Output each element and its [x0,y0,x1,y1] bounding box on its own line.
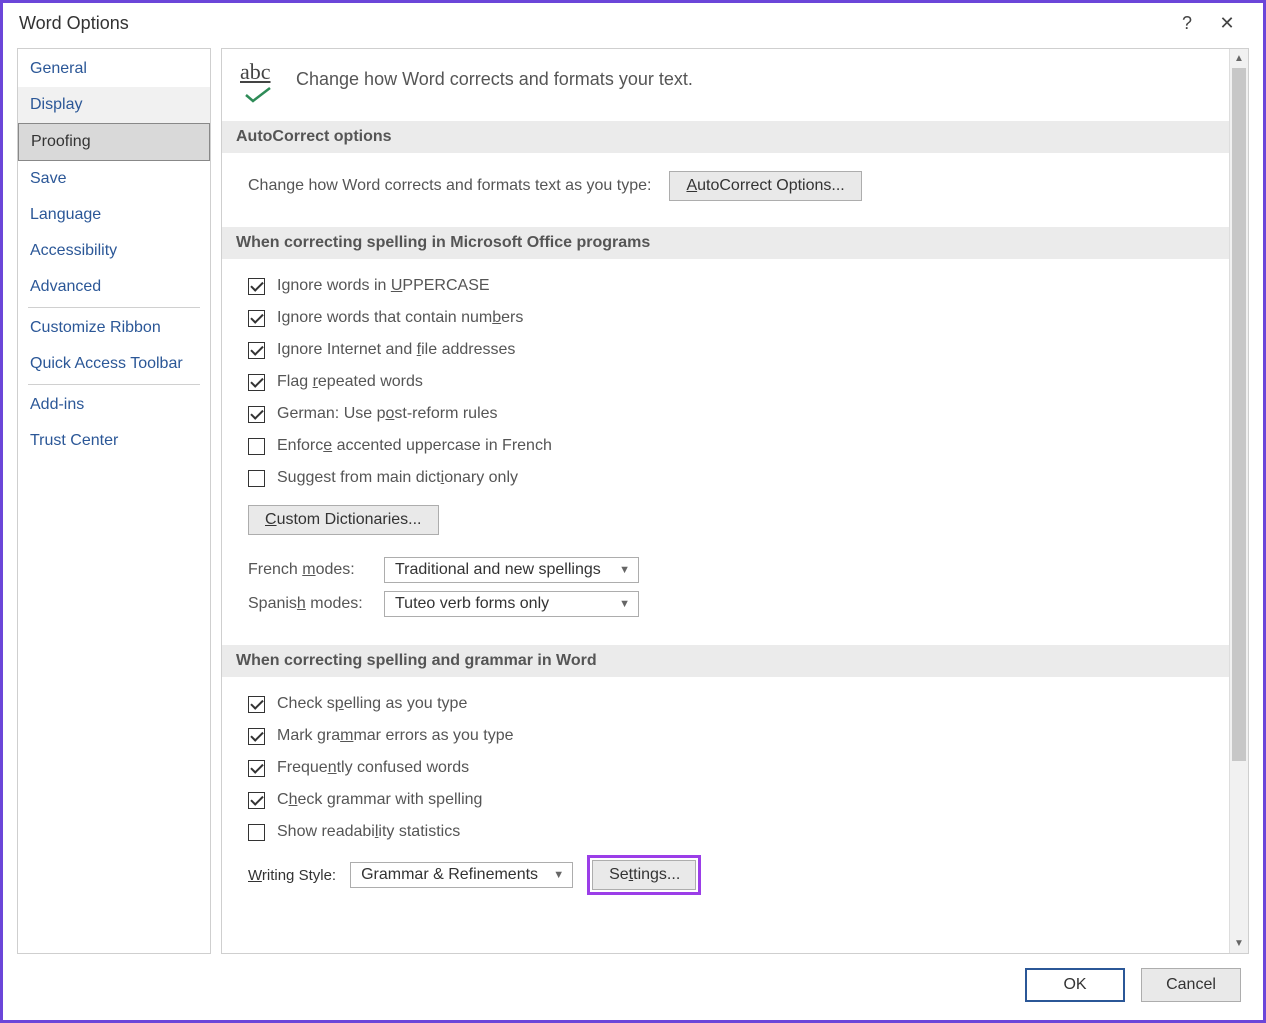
sidebar-separator [28,384,200,385]
checkbox-label: Ignore words that contain numbers [277,309,523,327]
checkbox[interactable] [248,278,265,295]
sidebar-item-quick-access-toolbar[interactable]: Quick Access Toolbar [18,346,210,382]
ok-button[interactable]: OK [1025,968,1125,1002]
checkbox[interactable] [248,824,265,841]
close-button[interactable]: ✕ [1207,13,1247,34]
scroll-up-button[interactable]: ▲ [1230,49,1248,68]
autocorrect-prompt: Change how Word corrects and formats tex… [248,177,651,195]
opt-flag-repeated[interactable]: Flag repeated words [248,373,1215,391]
sidebar-item-trust-center[interactable]: Trust Center [18,423,210,459]
opt-ignore-numbers[interactable]: Ignore words that contain numbers [248,309,1215,327]
vertical-scrollbar[interactable]: ▲ ▼ [1229,49,1248,953]
checkbox[interactable] [248,438,265,455]
section-grammar-header: When correcting spelling and grammar in … [222,645,1229,677]
main-panel: abc Change how Word corrects and formats… [221,48,1249,954]
opt-confused-words[interactable]: Frequently confused words [248,759,1215,777]
opt-german-postreform[interactable]: German: Use post-reform rules [248,405,1215,423]
category-sidebar: General Display Proofing Save Language A… [17,48,211,954]
page-header: abc Change how Word corrects and formats… [222,49,1229,121]
sidebar-separator [28,307,200,308]
sidebar-item-accessibility[interactable]: Accessibility [18,233,210,269]
writing-style-combo[interactable]: Grammar & Refinements ▼ [350,862,573,888]
page-subtitle: Change how Word corrects and formats you… [296,69,693,90]
opt-mark-grammar[interactable]: Mark grammar errors as you type [248,727,1215,745]
dialog-footer: OK Cancel [3,954,1263,1020]
opt-readability-stats[interactable]: Show readability statistics [248,823,1215,841]
checkbox[interactable] [248,342,265,359]
checkbox-label: Ignore Internet and file addresses [277,341,515,359]
settings-highlight: Settings... [587,855,701,895]
checkbox-label: Enforce accented uppercase in French [277,437,552,455]
sidebar-item-language[interactable]: Language [18,197,210,233]
opt-ignore-internet[interactable]: Ignore Internet and file addresses [248,341,1215,359]
grammar-settings-button[interactable]: Settings... [592,860,696,890]
proofing-icon: abc [240,59,280,99]
checkbox-label: Flag repeated words [277,373,423,391]
autocorrect-options-button[interactable]: AutoCorrect Options... [669,171,861,201]
sidebar-item-advanced[interactable]: Advanced [18,269,210,305]
checkbox-label: German: Use post-reform rules [277,405,498,423]
opt-french-accented[interactable]: Enforce accented uppercase in French [248,437,1215,455]
scroll-track[interactable] [1230,68,1248,934]
checkbox[interactable] [248,470,265,487]
opt-check-spelling[interactable]: Check spelling as you type [248,695,1215,713]
opt-check-grammar[interactable]: Check grammar with spelling [248,791,1215,809]
chevron-down-icon: ▼ [619,598,630,610]
sidebar-item-proofing[interactable]: Proofing [18,123,210,161]
word-options-dialog: Word Options ? ✕ General Display Proofin… [0,0,1266,1023]
spanish-modes-combo[interactable]: Tuteo verb forms only ▼ [384,591,639,617]
sidebar-item-general[interactable]: General [18,51,210,87]
checkbox[interactable] [248,760,265,777]
custom-dictionaries-button[interactable]: Custom Dictionaries... [248,505,439,535]
french-modes-combo[interactable]: Traditional and new spellings ▼ [384,557,639,583]
section-autocorrect-header: AutoCorrect options [222,121,1229,153]
checkbox-label: Check grammar with spelling [277,791,482,809]
dialog-title: Word Options [19,13,129,34]
title-bar: Word Options ? ✕ [3,3,1263,48]
checkbox[interactable] [248,406,265,423]
chevron-down-icon: ▼ [553,869,564,881]
checkbox[interactable] [248,696,265,713]
sidebar-item-display[interactable]: Display [18,87,210,123]
help-button[interactable]: ? [1167,13,1207,34]
checkbox[interactable] [248,310,265,327]
checkbox-label: Suggest from main dictionary only [277,469,518,487]
scroll-thumb[interactable] [1232,68,1246,761]
checkbox-label: Show readability statistics [277,823,460,841]
section-spelling-header: When correcting spelling in Microsoft Of… [222,227,1229,259]
sidebar-item-add-ins[interactable]: Add-ins [18,387,210,423]
scroll-down-button[interactable]: ▼ [1230,934,1248,953]
checkbox[interactable] [248,728,265,745]
opt-ignore-uppercase[interactable]: Ignore words in UPPERCASE [248,277,1215,295]
chevron-down-icon: ▼ [619,564,630,576]
french-modes-label: French modes: [248,561,374,579]
checkbox-label: Frequently confused words [277,759,469,777]
sidebar-item-save[interactable]: Save [18,161,210,197]
opt-main-dictionary[interactable]: Suggest from main dictionary only [248,469,1215,487]
checkbox-label: Check spelling as you type [277,695,467,713]
checkbox-label: Mark grammar errors as you type [277,727,514,745]
checkbox[interactable] [248,374,265,391]
sidebar-item-customize-ribbon[interactable]: Customize Ribbon [18,310,210,346]
spanish-modes-label: Spanish modes: [248,595,374,613]
writing-style-label: Writing Style: [248,867,336,884]
checkbox[interactable] [248,792,265,809]
cancel-button[interactable]: Cancel [1141,968,1241,1002]
checkbox-label: Ignore words in UPPERCASE [277,277,490,295]
